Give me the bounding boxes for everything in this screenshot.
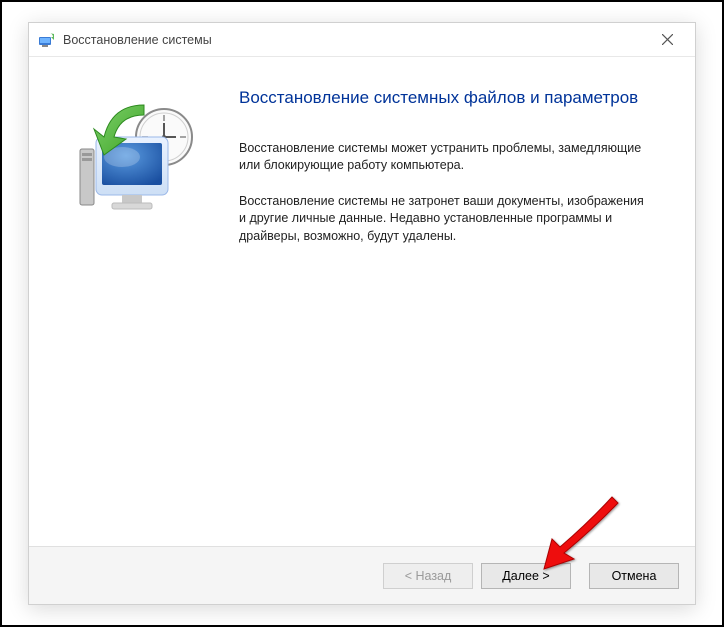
system-restore-dialog: Восстановление системы <box>28 22 696 605</box>
window-title: Восстановление системы <box>63 33 647 47</box>
close-button[interactable] <box>647 24 687 56</box>
system-restore-icon <box>74 97 204 227</box>
titlebar: Восстановление системы <box>29 23 695 57</box>
next-button[interactable]: Далее > <box>481 563 571 589</box>
button-bar: < Назад Далее > Отмена <box>29 546 695 604</box>
cancel-button[interactable]: Отмена <box>589 563 679 589</box>
description-paragraph-2: Восстановление системы не затронет ваши … <box>239 193 645 246</box>
back-button[interactable]: < Назад <box>383 563 473 589</box>
description-paragraph-1: Восстановление системы может устранить п… <box>239 140 645 175</box>
right-pane: Восстановление системных файлов и параме… <box>229 87 675 536</box>
main-heading: Восстановление системных файлов и параме… <box>239 87 645 110</box>
content-area: Восстановление системных файлов и параме… <box>29 57 695 546</box>
app-icon <box>37 31 55 49</box>
left-pane <box>49 87 229 536</box>
